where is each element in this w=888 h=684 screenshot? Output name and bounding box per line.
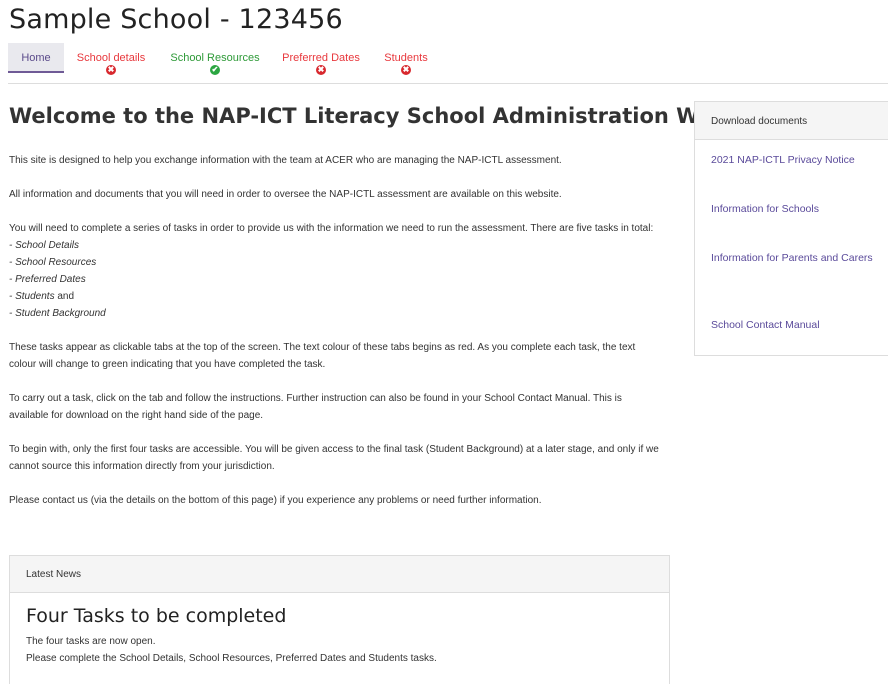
error-icon: ✖: [401, 65, 411, 75]
welcome-title: Welcome to the NAP-ICT Literacy School A…: [9, 104, 772, 128]
tab-label: Preferred Dates: [282, 52, 360, 64]
news-header: Latest News: [10, 556, 669, 593]
news-title: Four Tasks to be completed: [26, 605, 287, 627]
contact-paragraph: Please contact us (via the details on th…: [9, 495, 542, 506]
info-paragraph: All information and documents that you w…: [9, 189, 562, 200]
task-item: - Preferred Dates: [9, 274, 86, 285]
tab-school-resources[interactable]: School Resources ✔: [168, 43, 262, 75]
news-line: The four tasks are now open.: [26, 636, 156, 647]
error-icon: ✖: [316, 65, 326, 75]
contact-manual-link[interactable]: School Contact Manual: [711, 317, 876, 334]
task-tabs: Home School details ✖ School Resources ✔…: [8, 43, 888, 75]
tab-label: Students: [384, 52, 428, 64]
task-item: - Student Background: [9, 308, 106, 319]
tabs-paragraph: These tasks appear as clickable tabs at …: [9, 342, 636, 370]
tab-preferred-dates[interactable]: Preferred Dates ✖: [280, 43, 362, 75]
task-item: - School Details: [9, 240, 80, 251]
news-body: The four tasks are now open. Please comp…: [26, 633, 669, 667]
parents-info-link[interactable]: Information for Parents and Carers: [711, 250, 876, 267]
download-documents-panel: Download documents 2021 NAP-ICTL Privacy…: [694, 101, 888, 356]
schools-info-link[interactable]: Information for Schools: [711, 201, 876, 218]
privacy-notice-link[interactable]: 2021 NAP-ICTL Privacy Notice: [711, 152, 876, 169]
instructions-paragraph: To carry out a task, click on the tab an…: [9, 393, 622, 421]
access-paragraph: To begin with, only the first four tasks…: [9, 444, 659, 472]
latest-news-panel: Latest News Four Tasks to be completed T…: [9, 555, 670, 684]
tasks-block: You will need to complete a series of ta…: [9, 220, 664, 322]
tabs-divider: [8, 83, 888, 84]
tab-label: Home: [21, 52, 51, 64]
docs-header: Download documents: [695, 102, 888, 140]
task-item: - School Resources: [9, 257, 97, 268]
task-item: - Students and: [9, 291, 75, 302]
check-icon: ✔: [210, 65, 220, 75]
tab-school-details[interactable]: School details ✖: [74, 43, 148, 75]
tab-label: School details: [76, 52, 146, 64]
welcome-content: This site is designed to help you exchan…: [9, 152, 664, 526]
tab-home[interactable]: Home: [8, 43, 64, 73]
tab-students[interactable]: Students ✖: [380, 43, 432, 75]
tab-label: School Resources: [170, 52, 260, 64]
news-line: Please complete the School Details, Scho…: [26, 653, 437, 664]
school-title: Sample School - 123456: [9, 4, 343, 35]
error-icon: ✖: [106, 65, 116, 75]
tasks-intro: You will need to complete a series of ta…: [9, 223, 654, 234]
task-list: - School Details - School Resources - Pr…: [9, 237, 664, 322]
and-word: and: [57, 291, 75, 302]
intro-paragraph: This site is designed to help you exchan…: [9, 155, 562, 166]
